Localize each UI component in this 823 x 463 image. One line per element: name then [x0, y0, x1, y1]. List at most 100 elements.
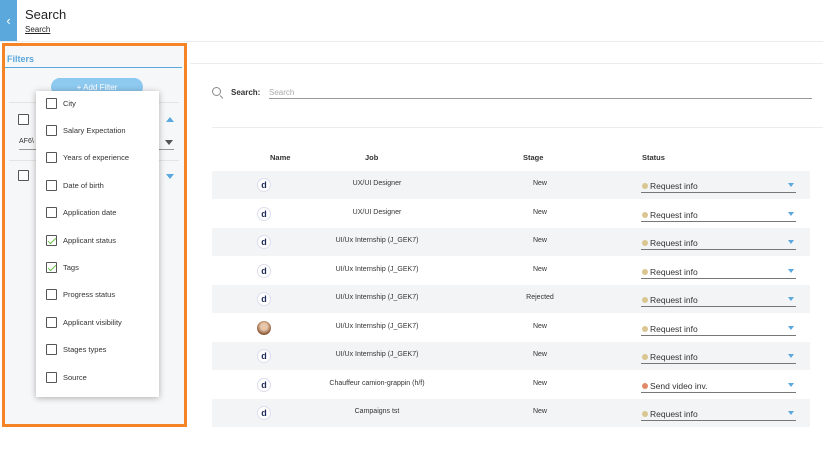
status-select[interactable]: Request info [641, 322, 796, 336]
chevron-down-icon[interactable] [788, 240, 794, 244]
chevron-down-icon[interactable] [788, 411, 794, 415]
filter-option-stages-types[interactable]: Stages types [46, 342, 106, 356]
chevron-down-icon[interactable] [788, 183, 794, 187]
column-header-name[interactable]: Name [270, 153, 290, 162]
status-select[interactable]: Send video inv. [641, 379, 796, 393]
stage-cell: Rejected [526, 294, 554, 301]
option-label: Applicant status [63, 235, 116, 245]
column-header-status[interactable]: Status [642, 153, 665, 162]
candidate-photo-avatar[interactable] [257, 320, 271, 335]
job-cell: Chauffeur camion-grappin (h/f) [329, 379, 425, 387]
chevron-down-icon[interactable] [788, 297, 794, 301]
filter-option-date-of-birth[interactable]: Date of birth [46, 178, 104, 192]
status-select[interactable]: Request info [641, 179, 796, 193]
avatar[interactable]: d [257, 178, 271, 192]
filter-checkbox[interactable] [18, 114, 29, 125]
search-icon [212, 87, 221, 96]
stage-cell: New [532, 408, 547, 415]
filter-option-applicant-status[interactable]: Applicant status [46, 233, 116, 247]
option-label: Progress status [63, 289, 116, 299]
checkbox[interactable] [46, 124, 57, 136]
back-button[interactable]: ‹ [0, 0, 17, 41]
table-row[interactable]: d UI/Ux Internship (J_GEK7) New Request inf… [212, 228, 810, 256]
breadcrumb[interactable]: Search [25, 25, 50, 34]
status-dot-icon [642, 411, 648, 417]
select-arrow-icon[interactable] [165, 140, 173, 145]
filter-option-application-date[interactable]: Application date [46, 205, 116, 219]
filter-checkbox[interactable] [18, 170, 29, 181]
expand-arrow-icon[interactable] [166, 174, 174, 179]
table-row[interactable]: UI/Ux Internship (J_GEK7) New Request info [212, 314, 810, 342]
avatar[interactable]: d [257, 235, 271, 249]
status-select[interactable]: Request info [641, 265, 796, 279]
status-select[interactable]: Request info [641, 407, 796, 421]
job-cell: UX/UI Designer [352, 180, 402, 187]
column-header-job[interactable]: Job [365, 153, 378, 162]
filter-option-salary-expectation[interactable]: Salary Expectation [46, 123, 126, 137]
table-row[interactable]: d Chauffeur camion-grappin (h/f) New Send v… [212, 371, 810, 399]
checkbox[interactable] [46, 206, 57, 218]
checkbox[interactable] [46, 151, 57, 163]
collapse-arrow-icon[interactable] [166, 117, 174, 122]
checkbox-checked[interactable] [46, 234, 57, 246]
filter-value: AF6\ [19, 138, 34, 145]
checkbox[interactable] [46, 288, 57, 300]
table-row[interactable]: d UI/Ux Internship (J_GEK7) New Request inf… [212, 342, 810, 370]
content-divider [212, 127, 823, 128]
filter-option-city[interactable]: City [46, 96, 76, 110]
status-value: Request info [650, 409, 698, 419]
table-row[interactable]: d UI/Ux Internship (J_GEK7) New Request inf… [212, 257, 810, 285]
chevron-down-icon[interactable] [788, 268, 794, 273]
stage-cell: New [532, 322, 547, 330]
table-row[interactable]: d UX/UI Designer New Request info [212, 200, 810, 228]
filter-options-menu: City Salary Expectation Years of experie… [36, 91, 159, 397]
option-label: Stages types [63, 344, 107, 354]
stage-cell: New [532, 180, 547, 187]
status-dot-icon [642, 297, 648, 303]
avatar[interactable]: d [257, 206, 271, 221]
avatar[interactable]: d [257, 292, 271, 306]
status-value: Request info [650, 209, 698, 220]
status-dot-icon [642, 268, 648, 275]
chevron-down-icon[interactable] [788, 382, 794, 387]
checkbox[interactable] [46, 97, 57, 109]
status-select[interactable]: Request info [641, 293, 796, 307]
option-label: Salary Expectation [63, 125, 126, 135]
avatar[interactable]: d [257, 349, 271, 363]
job-cell: UI/Ux Internship (J_GEK7) [335, 265, 419, 273]
filter-option-progress-status[interactable]: Progress status [46, 287, 115, 301]
search-input[interactable] [269, 86, 812, 99]
avatar[interactable]: d [257, 406, 271, 420]
avatar[interactable]: d [257, 263, 271, 278]
column-header-stage[interactable]: Stage [523, 153, 543, 162]
chevron-down-icon[interactable] [788, 354, 794, 358]
filter-option-tags[interactable]: Tags [46, 260, 79, 274]
status-dot-icon [642, 354, 648, 360]
search-page: ‹ Search Search Filters + Add Filter AF6… [0, 0, 823, 463]
checkbox[interactable] [46, 371, 57, 383]
job-cell: UI/Ux Internship (J_GEK7) [335, 294, 419, 301]
status-dot-icon [642, 183, 648, 189]
checkbox[interactable] [46, 316, 57, 328]
filter-option-applicant-visibility[interactable]: Applicant visibility [46, 315, 122, 329]
chevron-down-icon[interactable] [788, 211, 794, 216]
option-label: Years of experience [63, 152, 130, 162]
avatar[interactable]: d [257, 377, 271, 392]
status-value: Request info [650, 238, 698, 248]
chevron-left-icon: ‹ [6, 13, 11, 28]
checkbox[interactable] [46, 179, 57, 191]
status-value: Request info [650, 352, 698, 362]
table-row[interactable]: d UX/UI Designer New Request info [212, 171, 810, 199]
filter-option-years-of-experience[interactable]: Years of experience [46, 150, 129, 164]
stage-cell: New [532, 351, 547, 358]
option-label: Application date [63, 207, 117, 217]
status-select[interactable]: Request info [641, 208, 796, 222]
table-row[interactable]: d UI/Ux Internship (J_GEK7) Rejected Reques… [212, 285, 810, 313]
status-select[interactable]: Request info [641, 236, 796, 250]
status-select[interactable]: Request info [641, 350, 796, 364]
filter-option-source[interactable]: Source [46, 370, 87, 384]
checkbox[interactable] [46, 343, 57, 355]
chevron-down-icon[interactable] [788, 325, 794, 330]
checkbox-checked[interactable] [46, 261, 57, 273]
table-row[interactable]: d Campaigns tst New Request info [212, 399, 810, 427]
